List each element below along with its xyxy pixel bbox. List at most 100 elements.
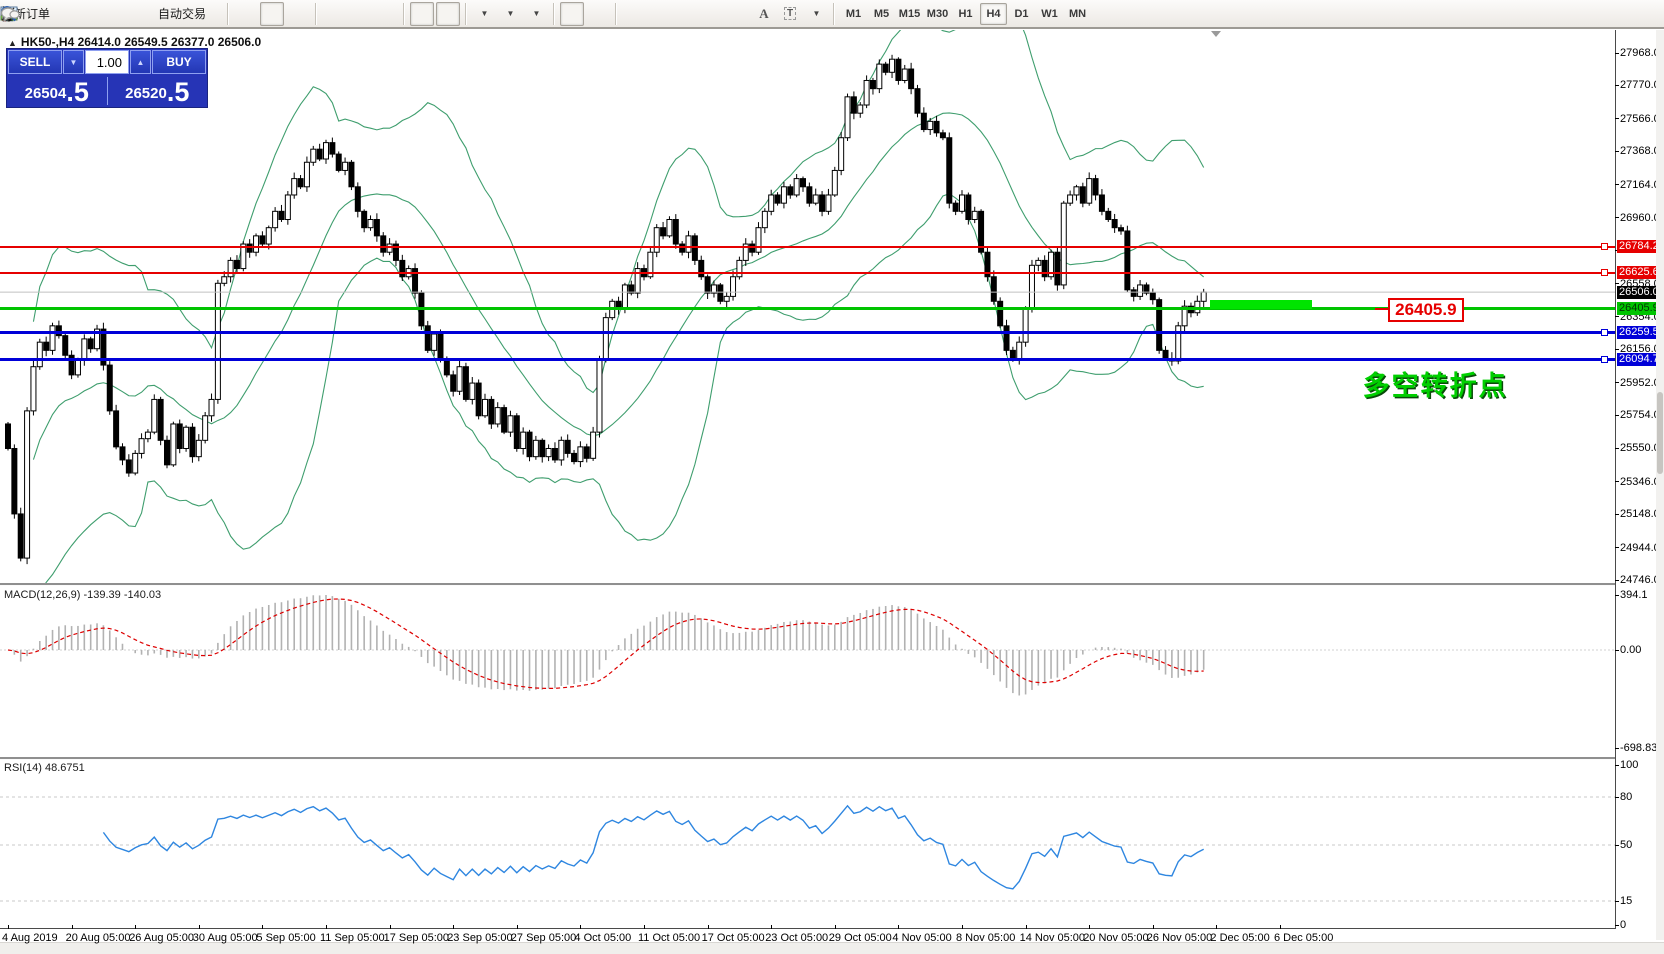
periods-button[interactable]: ▼	[498, 2, 522, 26]
line-handle[interactable]	[1601, 356, 1608, 363]
macd-panel[interactable]	[0, 585, 1616, 757]
price-axis-tick	[1615, 382, 1619, 383]
sell-price[interactable]: 26504.5	[7, 75, 107, 107]
new-chart-button[interactable]: ▼	[472, 2, 496, 26]
candlestick-chart-button[interactable]	[260, 2, 284, 26]
axis-tick-label: 27968.0	[1620, 47, 1660, 59]
timeframe-button-m30[interactable]: M30	[924, 3, 951, 25]
right-scrollbar-track[interactable]	[1656, 30, 1664, 940]
axis-tick-label: 25754.0	[1620, 409, 1660, 421]
toolbar: 新订单 自动交易	[0, 0, 1664, 29]
date-tick-label: 4 Nov 05:00	[892, 932, 951, 944]
volume-down-button[interactable]: ▼	[63, 50, 84, 74]
volume-input[interactable]	[85, 50, 129, 74]
trendline-button[interactable]	[674, 2, 698, 26]
cursor-button[interactable]	[560, 2, 584, 26]
terminal-button[interactable]	[90, 2, 114, 26]
line-handle[interactable]	[1601, 243, 1608, 250]
sell-price-pips: .5	[66, 79, 89, 105]
date-axis-tick	[1280, 925, 1281, 929]
turning-point-annotation: 多空转折点	[1363, 364, 1508, 403]
grid-button[interactable]: F	[726, 2, 750, 26]
history-center-button[interactable]	[64, 2, 88, 26]
tile-windows-button[interactable]	[374, 2, 398, 26]
date-tick-label: 27 Sep 05:00	[511, 932, 576, 944]
text-button[interactable]: A	[752, 2, 776, 26]
timeframe-button-m5[interactable]: M5	[868, 3, 895, 25]
rsi-panel[interactable]	[0, 759, 1616, 928]
sell-price-main: 26504	[25, 83, 67, 105]
buy-price[interactable]: 26520.5	[108, 75, 208, 107]
date-axis-border	[0, 928, 1616, 929]
alerts-button[interactable]	[116, 2, 140, 26]
date-tick-label: 14 Nov 05:00	[1020, 932, 1085, 944]
toolbar-separator	[553, 3, 555, 25]
axis-tick-label: 50	[1620, 839, 1632, 851]
axis-tick-label: 25148.0	[1620, 508, 1660, 520]
date-axis-tick	[326, 925, 327, 929]
axis-tick-label: 27566.0	[1620, 113, 1660, 125]
timeframe-button-h1[interactable]: H1	[952, 3, 979, 25]
crosshair-button[interactable]	[586, 2, 610, 26]
line-handle[interactable]	[1601, 329, 1608, 336]
date-axis-tick	[708, 925, 709, 929]
timeframe-button-h4[interactable]: H4	[980, 3, 1007, 25]
trade-panel-top-row: SELL ▼ ▲ BUY	[7, 49, 207, 75]
date-axis-tick	[1153, 925, 1154, 929]
line-chart-button[interactable]	[286, 2, 310, 26]
timeframe-button-mn[interactable]: MN	[1064, 3, 1091, 25]
chat-bubble-icon[interactable]	[0, 6, 20, 22]
axis-tick-label: 80	[1620, 791, 1632, 803]
zoom-in-button[interactable]	[322, 2, 346, 26]
date-tick-label: 30 Aug 05:00	[193, 932, 258, 944]
horizontal-line[interactable]	[0, 246, 1615, 248]
axis-tick-label: 100	[1620, 759, 1638, 771]
horizontal-line[interactable]	[0, 272, 1615, 274]
date-axis-tick	[771, 925, 772, 929]
price-axis-tick	[1615, 151, 1619, 152]
volume-up-button[interactable]: ▲	[130, 50, 151, 74]
chevron-down-icon: ▼	[813, 9, 821, 18]
fibonacci-button[interactable]: E	[700, 2, 724, 26]
auto-scroll-button[interactable]	[410, 2, 434, 26]
shapes-button[interactable]: ▼	[804, 2, 828, 26]
axis-tick-label: 26960.0	[1620, 212, 1660, 224]
date-tick-label: 23 Oct 05:00	[765, 932, 828, 944]
date-axis-tick	[517, 925, 518, 929]
collapse-panel-arrow[interactable]: ▲	[8, 38, 17, 48]
text-label-button[interactable]: T	[778, 2, 802, 26]
timeframe-button-w1[interactable]: W1	[1036, 3, 1063, 25]
timeframe-button-m1[interactable]: M1	[840, 3, 867, 25]
horizontal-line-button[interactable]	[648, 2, 672, 26]
chevron-down-icon: ▼	[481, 9, 489, 18]
panel-separator[interactable]	[0, 757, 1615, 760]
horizontal-line[interactable]	[0, 307, 1615, 310]
timeframe-button-d1[interactable]: D1	[1008, 3, 1035, 25]
price-callout[interactable]: 26405.9	[1388, 298, 1463, 322]
price-axis-tick	[1615, 349, 1619, 350]
chevron-down-icon: ▼	[533, 9, 541, 18]
horizontal-line[interactable]	[0, 358, 1615, 361]
axis-tick-label: 27368.0	[1620, 145, 1660, 157]
vertical-line-button[interactable]	[622, 2, 646, 26]
right-scrollbar-thumb[interactable]	[1657, 392, 1663, 474]
zoom-out-button[interactable]	[348, 2, 372, 26]
chevron-down-icon: ▼	[507, 9, 515, 18]
timeframe-button-m15[interactable]: M15	[896, 3, 923, 25]
rsi-axis-tick	[1615, 765, 1619, 766]
toolbar-separator	[315, 3, 317, 25]
bar-chart-button[interactable]	[234, 2, 258, 26]
buy-button[interactable]: BUY	[152, 50, 206, 74]
templates-button[interactable]: ▼	[524, 2, 548, 26]
text-label-icon: T	[784, 7, 796, 20]
price-axis-border	[1615, 30, 1616, 928]
date-tick-label: 4 Aug 2019	[2, 932, 58, 944]
chart-shift-button[interactable]	[436, 2, 460, 26]
rsi-axis-tick	[1615, 901, 1619, 902]
sell-button[interactable]: SELL	[8, 50, 62, 74]
autotrading-button[interactable]: 自动交易	[142, 2, 222, 26]
panel-separator[interactable]	[0, 583, 1615, 586]
horizontal-line[interactable]	[0, 331, 1615, 334]
date-axis-tick	[898, 925, 899, 929]
line-handle[interactable]	[1601, 269, 1608, 276]
